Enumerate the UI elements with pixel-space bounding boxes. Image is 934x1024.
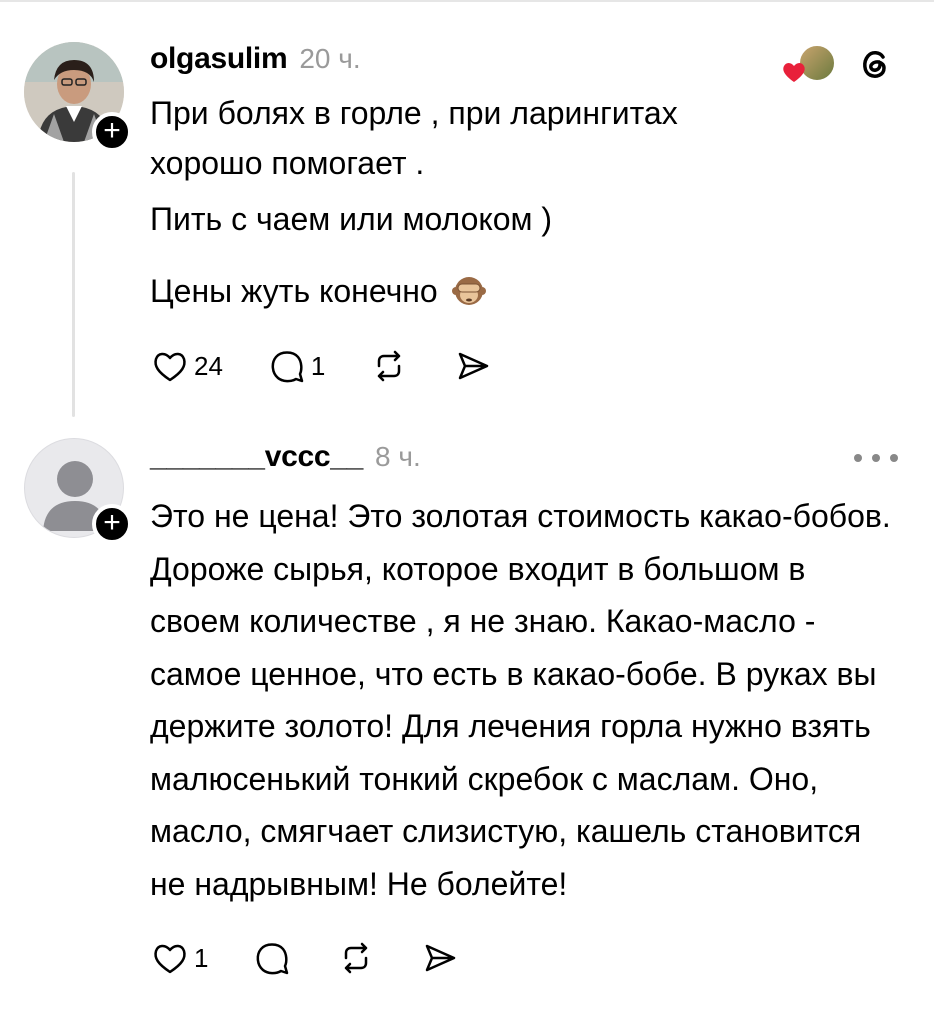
more-dot-icon — [872, 454, 880, 462]
timestamp: 20 ч. — [299, 43, 361, 74]
plus-icon: + — [103, 506, 121, 539]
timestamp: 8 ч. — [375, 441, 421, 472]
comment-icon — [257, 943, 289, 975]
reply-post: + olgasulim 20 ч. При болях в горле , пр… — [0, 0, 934, 430]
threads-replies-view: + olgasulim 20 ч. При болях в горле , пр… — [0, 0, 934, 1024]
heart-icon — [154, 944, 186, 974]
post-paragraph: При болях в горле , при ларингитах хорош… — [150, 95, 678, 181]
post-content: _______vccc__ 8 ч. Это не цена! Это золо… — [150, 440, 898, 978]
threads-logo-icon[interactable] — [852, 42, 898, 88]
like-button[interactable]: 24 — [150, 346, 223, 386]
post-content: olgasulim 20 ч. При болях в горле , при … — [150, 42, 898, 386]
share-icon — [459, 352, 489, 380]
see-no-evil-monkey-icon — [451, 277, 486, 305]
repost-button[interactable] — [369, 346, 409, 386]
post-body: При болях в горле , при ларингитах хорош… — [150, 88, 898, 316]
red-heart-icon — [783, 63, 805, 82]
repost-icon — [345, 942, 368, 974]
follow-plus-button[interactable]: + — [92, 112, 132, 152]
repost-button[interactable] — [336, 938, 376, 978]
plus-icon: + — [103, 114, 121, 147]
post-body: Это не цена! Это золотая стоимость какао… — [150, 498, 891, 902]
like-button[interactable]: 1 — [150, 938, 208, 978]
post-paragraph: Пить с чаем или молоком ) — [150, 201, 553, 237]
repost-icon — [378, 350, 401, 382]
reply-count: 1 — [310, 350, 326, 381]
more-dot-icon — [854, 454, 862, 462]
follow-plus-button[interactable]: + — [92, 504, 132, 544]
share-button[interactable] — [420, 938, 460, 978]
author-liked-indicator — [776, 42, 838, 88]
username[interactable]: _______vccc__ — [150, 440, 363, 474]
share-button[interactable] — [453, 346, 493, 386]
header-actions — [776, 42, 898, 88]
like-count: 24 — [194, 350, 223, 381]
comment-button[interactable] — [252, 938, 292, 978]
username[interactable]: olgasulim — [150, 42, 288, 76]
thread-connector-line — [72, 172, 75, 417]
like-count: 1 — [194, 942, 209, 973]
post-actions: 24 1 — [150, 346, 898, 386]
comment-button[interactable]: 1 — [267, 346, 325, 386]
heart-icon — [154, 352, 186, 382]
post-paragraph: Цены жуть конечно — [150, 273, 438, 309]
more-options-button[interactable] — [854, 446, 898, 470]
share-icon — [426, 944, 456, 972]
comment-icon — [271, 351, 304, 383]
more-dot-icon — [890, 454, 898, 462]
reply-post: + _______vccc__ 8 ч. Это не цена! Это зо… — [0, 430, 934, 1024]
post-actions: 1 — [150, 938, 898, 978]
post-paragraph-with-emoji: Цены жуть конечно — [150, 266, 898, 316]
post-header: _______vccc__ 8 ч. — [150, 440, 898, 480]
